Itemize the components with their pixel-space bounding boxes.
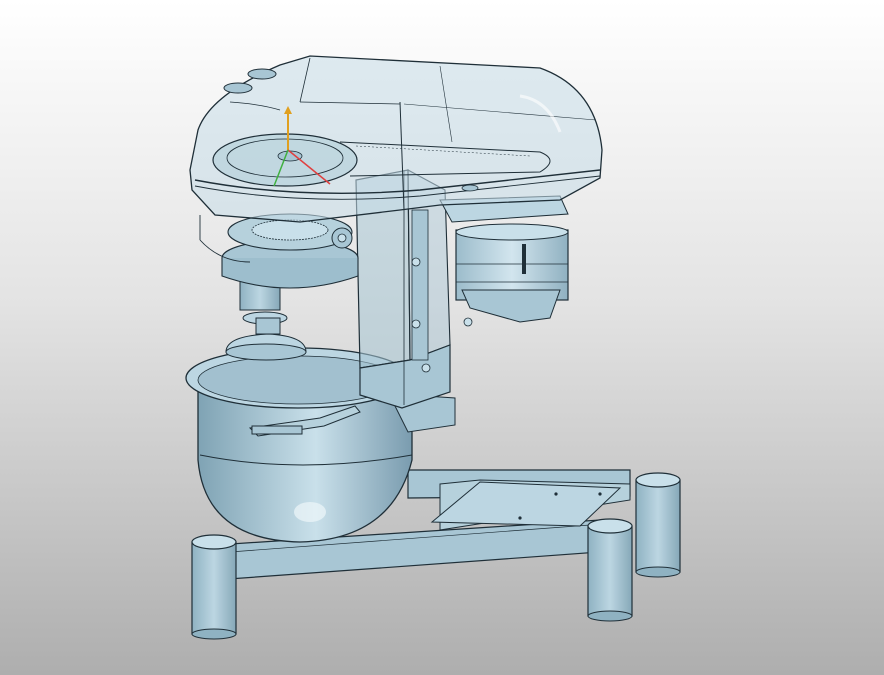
- motor[interactable]: [439, 195, 569, 323]
- leg-front-right: [587, 518, 633, 622]
- leg-front-left: [191, 534, 237, 640]
- leg-back-right: [635, 472, 681, 578]
- 3d-model-viewport[interactable]: [0, 0, 884, 675]
- gear-assembly: [221, 213, 359, 289]
- stand-mixer-cad-model[interactable]: [0, 0, 884, 675]
